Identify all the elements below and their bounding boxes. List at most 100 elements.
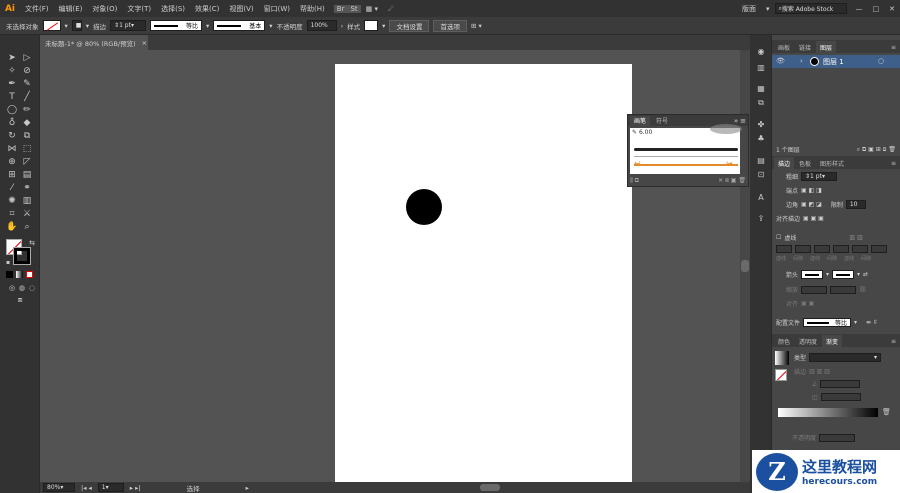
stock-icon[interactable]: St — [347, 4, 361, 13]
close-window-button[interactable]: ✕ — [884, 5, 900, 13]
gradient-opacity-input[interactable] — [819, 433, 856, 442]
color-mode-icon[interactable] — [6, 271, 13, 278]
tab-graphic-styles[interactable]: 图形样式 — [816, 157, 848, 169]
delete-stop-icon[interactable]: 🗑 — [882, 408, 891, 417]
stock-search-input[interactable]: ⌕ 搜索 Adobe Stock — [774, 3, 847, 14]
column-graph-icon[interactable]: ▥ — [21, 195, 33, 207]
menu-window[interactable]: 窗口(W) — [259, 4, 295, 14]
export-icon[interactable]: ⇪ — [755, 213, 767, 225]
layer-name[interactable]: 图层 1 — [823, 57, 844, 67]
default-colors-icon[interactable]: ▪ — [2, 257, 14, 269]
perspective-grid-icon[interactable]: ◸ — [21, 156, 33, 168]
status-arrow-icon[interactable]: ▸ — [246, 484, 249, 492]
workspace-switcher[interactable]: 版面 — [737, 4, 761, 14]
slice-tool-icon[interactable]: ⚔ — [21, 208, 33, 220]
menu-help[interactable]: 帮助(H) — [295, 4, 330, 14]
bridge-icon[interactable]: Br — [333, 4, 348, 13]
tab-transparency[interactable]: 透明度 — [795, 335, 821, 347]
limit-input[interactable]: 10 — [845, 200, 866, 209]
variable-width-profile[interactable]: 等比 — [150, 20, 203, 31]
start-scale-input[interactable] — [801, 285, 828, 294]
gradient-stroke-icons[interactable]: ▥ ▥ ▥ — [809, 368, 830, 375]
brush-arrow[interactable] — [634, 164, 738, 166]
collapse-panel-icon[interactable]: » — [734, 117, 738, 125]
menu-select[interactable]: 选择(S) — [156, 4, 190, 14]
scale-tool-icon[interactable]: ⧉ — [21, 130, 33, 142]
transform-icon[interactable]: ⊡ — [755, 169, 767, 181]
eyedropper-icon[interactable]: ⁄ — [6, 182, 18, 194]
close-tab-button[interactable]: × — [142, 39, 147, 47]
horizontal-scroll-thumb[interactable] — [480, 484, 500, 491]
cap-buttons[interactable]: ▣ ◧ ◨ — [801, 187, 822, 194]
selection-tool-icon[interactable]: ➤ — [6, 52, 18, 64]
gradient-swatch[interactable] — [775, 351, 789, 365]
chevron-down-icon[interactable]: ▾ — [206, 22, 209, 30]
dash-field-2[interactable] — [814, 245, 830, 253]
link-scale-icon[interactable]: ⛓ — [859, 286, 867, 293]
style-swatch[interactable] — [364, 20, 379, 31]
curvature-tool-icon[interactable]: ✎ — [21, 78, 33, 90]
stroke-weight-input[interactable]: ⇕ 1 pt ▾ — [110, 20, 147, 31]
expand-chevron-icon[interactable]: › — [800, 57, 803, 65]
brush-list[interactable]: ✎ 6.00 ↩ ↪ — [630, 124, 742, 174]
opacity-input[interactable]: 100% — [306, 20, 337, 31]
libraries-icon[interactable]: ▥ — [755, 62, 767, 74]
menu-object[interactable]: 对象(O) — [87, 4, 122, 14]
swap-colors-icon[interactable]: ⇆ — [26, 237, 38, 249]
gap-field-1[interactable] — [795, 245, 811, 253]
type-tool-icon[interactable]: T — [6, 91, 18, 103]
panel-menu-icon[interactable]: ≡ — [887, 41, 900, 53]
maximize-button[interactable]: □ — [868, 5, 885, 13]
paintbrush-icon[interactable]: ✏ — [21, 104, 33, 116]
gap-field-3[interactable] — [871, 245, 887, 253]
symbol-sprayer-icon[interactable]: ✺ — [6, 195, 18, 207]
brush-definition[interactable]: 基本 — [213, 20, 266, 31]
line-tool-icon[interactable]: ╱ — [21, 91, 33, 103]
scroll-thumb[interactable] — [741, 260, 749, 272]
brushes-icon[interactable]: ✤ — [755, 119, 767, 131]
tab-color[interactable]: 颜色 — [774, 335, 794, 347]
aspect-input[interactable] — [820, 393, 861, 401]
arrange-docs-icon[interactable]: ⊞ ▾ — [471, 22, 482, 30]
menu-effect[interactable]: 效果(C) — [190, 4, 224, 14]
arrange-icon[interactable]: ▦ ▾ — [361, 5, 383, 13]
chevron-down-icon[interactable]: ▾ — [65, 22, 68, 30]
draw-inside-icon[interactable]: ◌ — [26, 282, 38, 294]
chevron-down-icon[interactable]: ▾ — [382, 22, 385, 30]
artboard[interactable] — [335, 64, 632, 484]
layer-actions-icon[interactable]: ⌕ ⧉ ▣ ⊞ ⧈ 🗑 — [857, 146, 896, 154]
artboard-number-field[interactable]: 1 ▾ — [97, 483, 124, 492]
start-arrow-select[interactable] — [801, 270, 824, 279]
free-transform-icon[interactable]: ⬚ — [21, 143, 33, 155]
panel-menu-icon[interactable]: ≡ — [740, 117, 746, 125]
brush-actions-icon[interactable]: ✕ ⧈ ▣ 🗑 — [718, 177, 746, 185]
panel-menu-icon[interactable]: ≡ — [887, 157, 900, 169]
tab-swatches[interactable]: 色板 — [795, 157, 815, 169]
end-scale-input[interactable] — [830, 285, 857, 294]
brush-library-icon[interactable]: ⫼ ⧉ — [630, 177, 639, 185]
zoom-field[interactable]: 80% ▾ — [43, 483, 75, 492]
stroke-swatch[interactable]: ■ — [71, 20, 82, 31]
artboard-tool-icon[interactable]: ⌗ — [6, 208, 18, 220]
dash-align-icons[interactable]: ▥ ▥ — [849, 234, 862, 241]
first-artboard-icon[interactable]: |◂ ◂ — [81, 484, 92, 492]
screen-mode-icon[interactable]: ⧈ — [14, 294, 26, 306]
chevron-right-icon[interactable]: › — [341, 22, 344, 30]
stroke-label[interactable]: 描边 — [93, 21, 106, 31]
tab-links[interactable]: 链接 — [795, 41, 815, 53]
none-mode-icon[interactable] — [26, 271, 33, 278]
stroke-color-box[interactable] — [13, 247, 31, 265]
end-arrow-select[interactable] — [832, 270, 855, 279]
dash-field-1[interactable] — [776, 245, 792, 253]
gap-field-2[interactable] — [833, 245, 849, 253]
visibility-eye-icon[interactable]: 👁 — [776, 57, 785, 65]
align-icon[interactable]: ▤ — [755, 155, 767, 167]
character-icon[interactable]: A — [755, 192, 767, 204]
layer-row[interactable]: 👁 › 图层 1 ○ — [772, 55, 900, 68]
document-tab[interactable]: 未标题-1* @ 80% (RGB/预览) × — [40, 35, 148, 50]
width-tool-icon[interactable]: ⋈ — [6, 143, 18, 155]
fill-swatch[interactable] — [42, 20, 61, 31]
panel-menu-icon[interactable]: ≡ — [887, 335, 900, 347]
weight-input[interactable]: ⇕ 1 pt ▾ — [801, 172, 838, 181]
color-guide-icon[interactable]: ◉ — [755, 46, 767, 58]
